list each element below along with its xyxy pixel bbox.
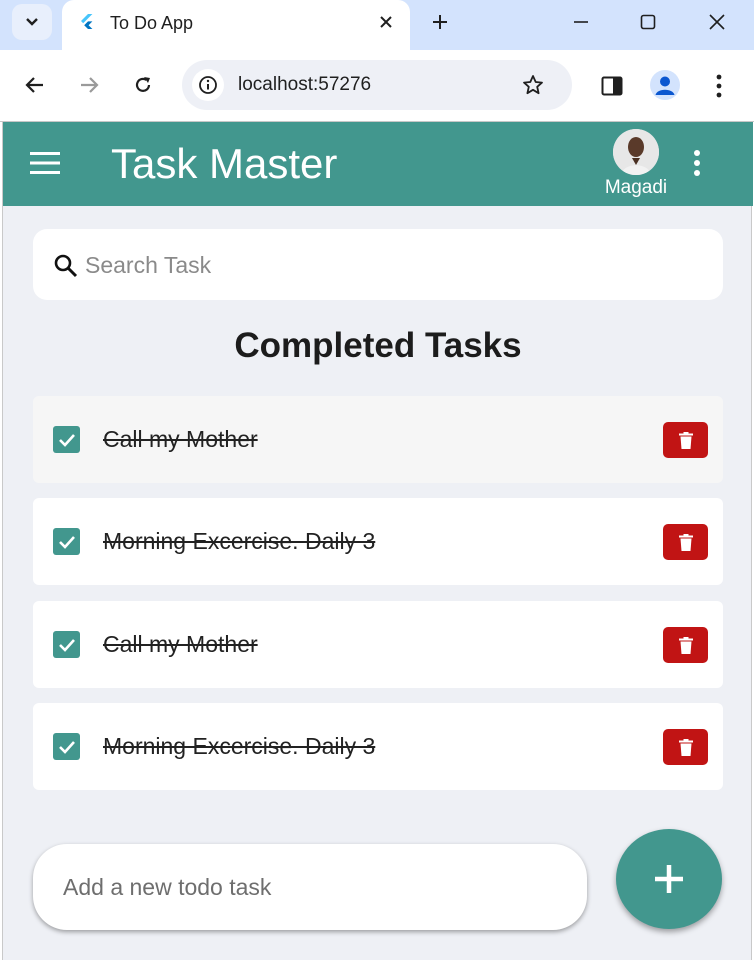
add-task-button[interactable] — [616, 829, 722, 929]
back-icon — [25, 77, 43, 93]
bookmark-button[interactable] — [520, 72, 546, 98]
user-name: Magadi — [604, 177, 668, 198]
active-tab[interactable]: To Do App — [62, 0, 410, 50]
task-row[interactable]: Morning Excercise. Daily 3 — [33, 498, 723, 585]
task-row[interactable]: Call my Mother — [33, 601, 723, 688]
address-bar[interactable]: localhost:57276 — [182, 60, 572, 110]
close-icon — [709, 14, 725, 30]
chevron-down-icon — [26, 18, 38, 26]
info-icon — [199, 76, 217, 94]
search-input[interactable] — [85, 245, 695, 285]
delete-button[interactable] — [663, 422, 708, 458]
browser-toolbar: localhost:57276 — [0, 50, 754, 122]
more-vert-icon — [716, 74, 722, 98]
browser-tab-strip: To Do App — [0, 0, 754, 50]
reload-icon — [135, 77, 151, 92]
profile-button[interactable] — [650, 70, 680, 100]
site-info-button[interactable] — [192, 69, 224, 101]
task-row[interactable]: Morning Excercise. Daily 3 — [33, 703, 723, 790]
task-checkbox[interactable] — [53, 733, 80, 760]
profile-icon — [655, 76, 675, 95]
new-tab-button[interactable] — [426, 8, 454, 36]
search-box — [33, 229, 723, 300]
add-icon — [655, 865, 683, 893]
delete-button[interactable] — [663, 627, 708, 663]
reload-button[interactable] — [126, 68, 160, 102]
tab-title: To Do App — [110, 13, 194, 33]
delete-button[interactable] — [663, 729, 708, 765]
avatar-photo — [613, 129, 659, 175]
add-task-box — [33, 844, 587, 930]
browser-menu-button[interactable] — [706, 72, 732, 100]
trash-icon — [678, 636, 693, 654]
star-icon — [523, 75, 543, 95]
check-icon — [58, 740, 75, 754]
menu-icon[interactable] — [29, 150, 61, 176]
forward-icon — [81, 77, 99, 93]
task-text: Morning Excercise. Daily 3 — [103, 528, 376, 554]
task-text: Morning Excercise. Daily 3 — [103, 733, 376, 759]
more-vert-icon[interactable] — [689, 148, 705, 178]
task-text: Call my Mother — [103, 426, 258, 452]
maximize-button[interactable] — [633, 8, 663, 36]
add-task-input[interactable] — [63, 866, 563, 908]
task-row[interactable]: Call my Mother — [33, 396, 723, 483]
plus-icon — [433, 15, 447, 29]
app-bar: Task Master Magadi — [3, 122, 753, 206]
close-icon — [380, 16, 392, 28]
section-title: Completed Tasks — [234, 326, 522, 365]
flutter-icon — [81, 14, 93, 29]
check-icon — [58, 535, 75, 549]
side-panel-icon — [601, 76, 623, 96]
task-checkbox[interactable] — [53, 528, 80, 555]
task-checkbox[interactable] — [53, 631, 80, 658]
tab-search-button[interactable] — [12, 4, 52, 40]
forward-button[interactable] — [72, 68, 106, 102]
delete-button[interactable] — [663, 524, 708, 560]
search-icon — [54, 254, 78, 278]
trash-icon — [678, 431, 693, 449]
app-title: Task Master — [111, 140, 338, 187]
minimize-icon — [574, 21, 588, 23]
task-checkbox[interactable] — [53, 426, 80, 453]
app-viewport: Task Master Magadi Completed Tasks — [2, 122, 753, 960]
back-button[interactable] — [18, 68, 52, 102]
minimize-button[interactable] — [566, 8, 596, 36]
trash-icon — [678, 533, 693, 551]
check-icon — [58, 433, 75, 447]
task-text: Call my Mother — [103, 631, 258, 657]
avatar[interactable] — [613, 129, 659, 175]
maximize-icon — [640, 14, 656, 30]
side-panel-button[interactable] — [598, 72, 626, 100]
trash-icon — [678, 738, 693, 756]
check-icon — [58, 638, 75, 652]
tab-close-button[interactable] — [374, 10, 398, 34]
url-text[interactable]: localhost:57276 — [238, 74, 371, 96]
window-close-button[interactable] — [702, 8, 732, 36]
